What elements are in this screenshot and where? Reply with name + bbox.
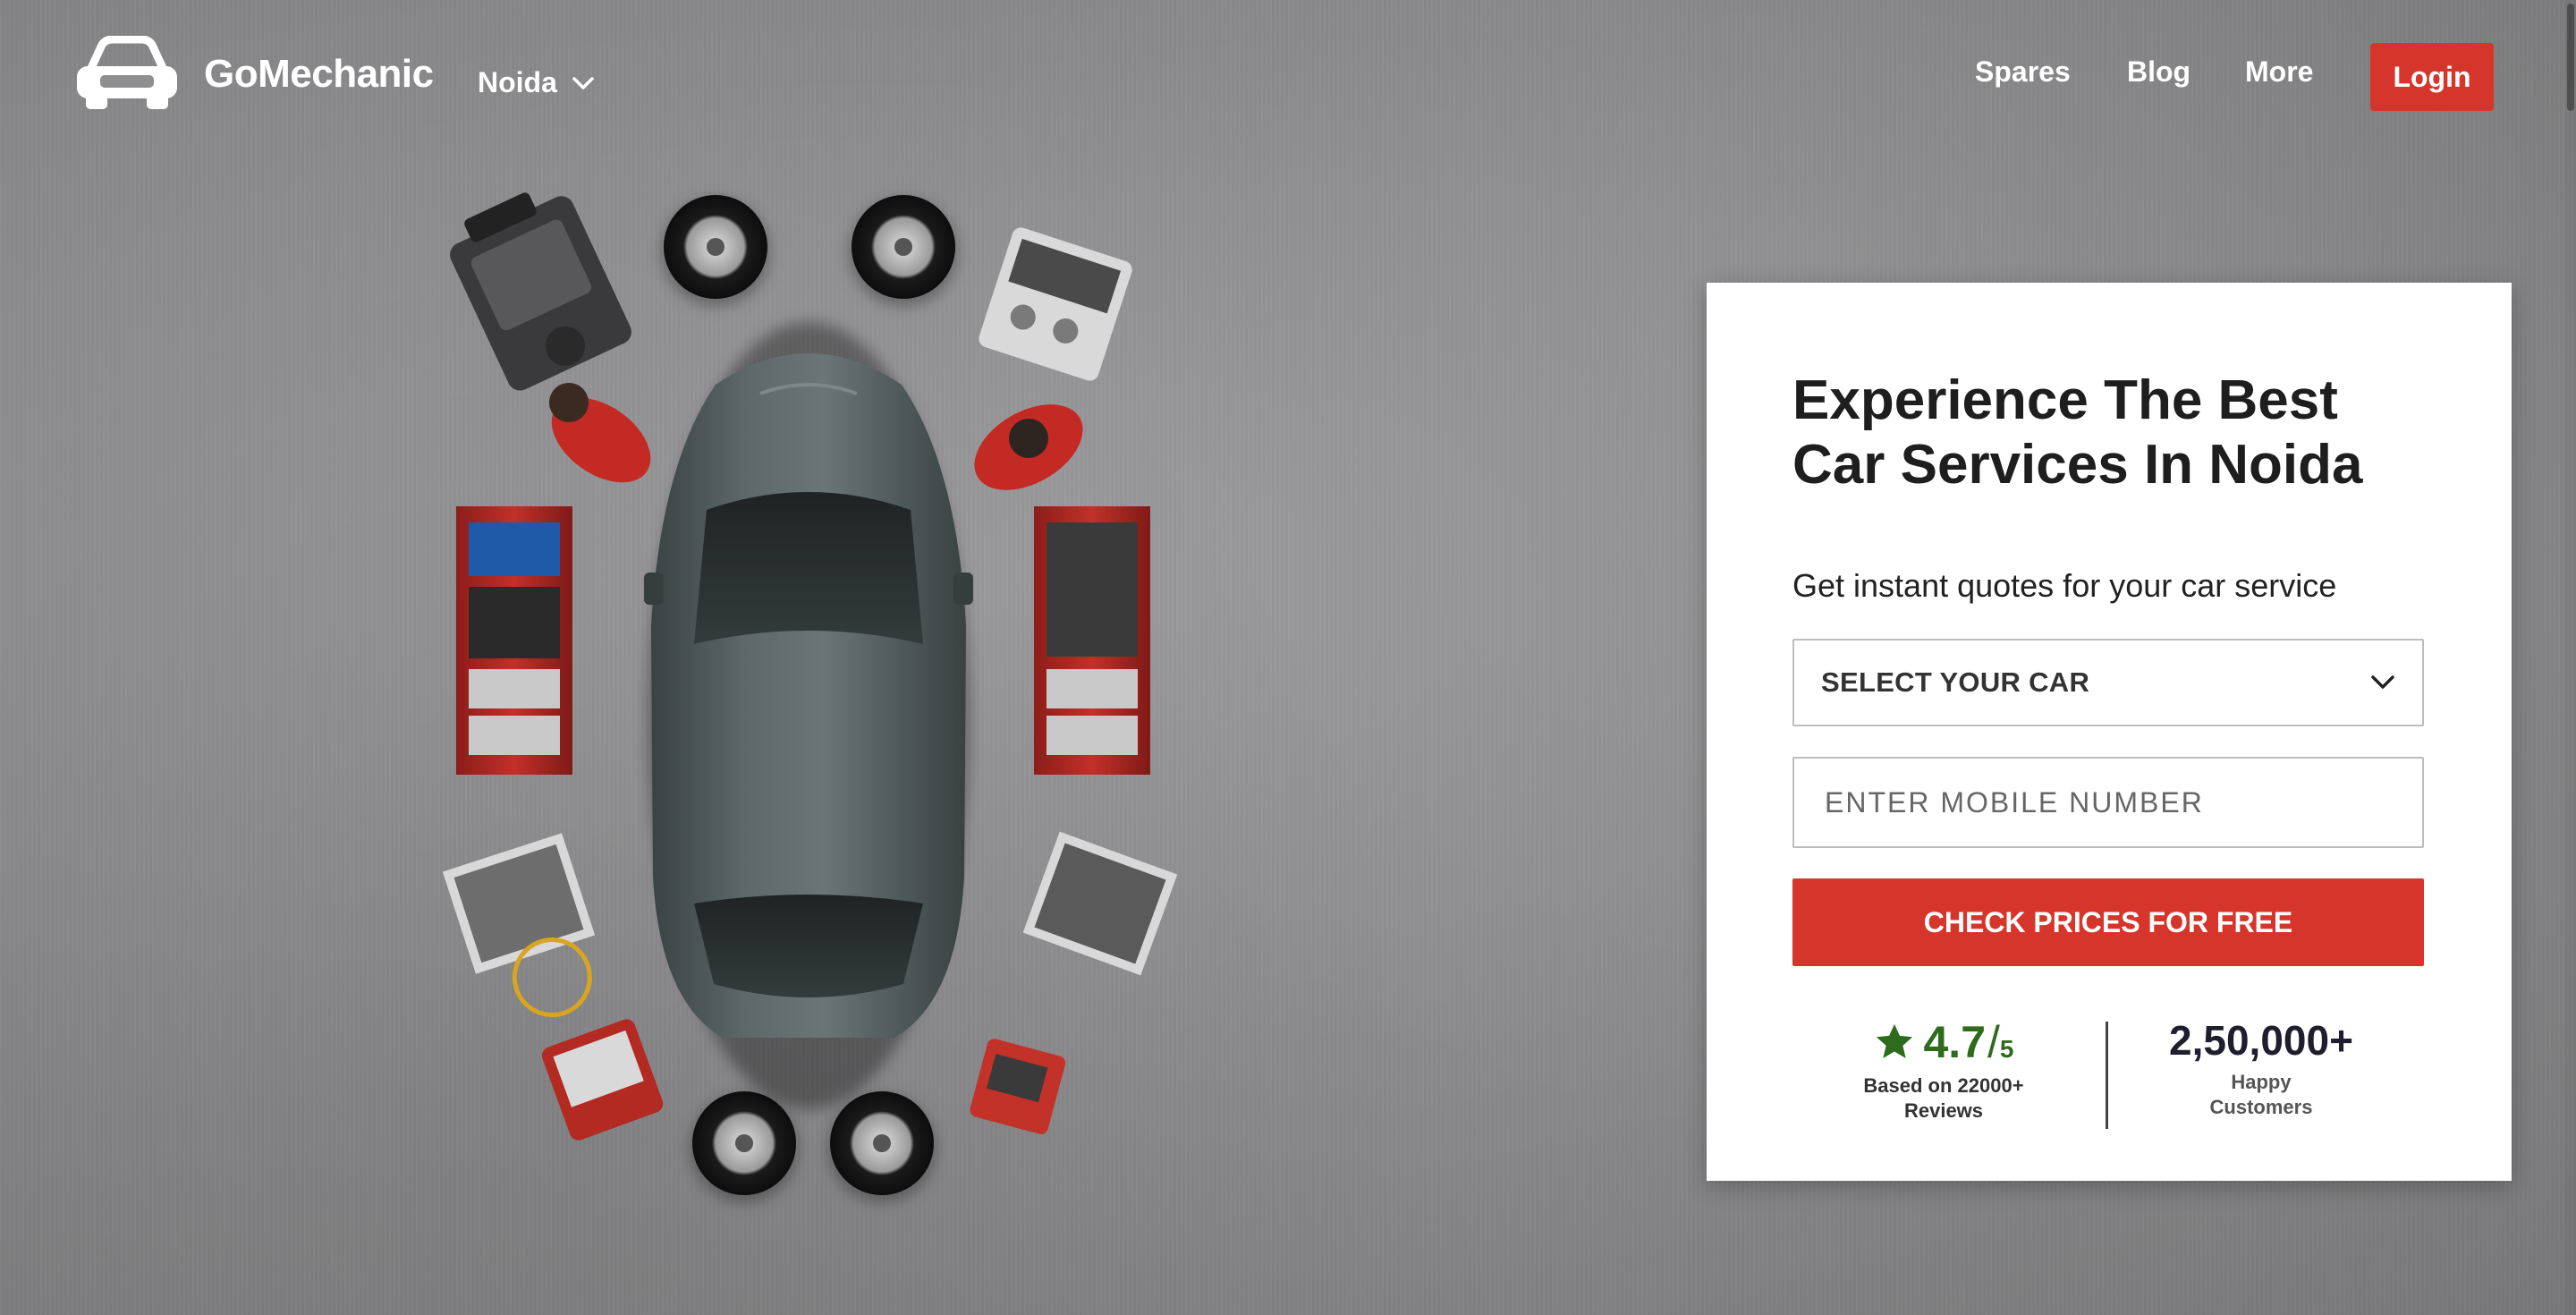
card-subtitle: Get instant quotes for your car service <box>1792 567 2337 604</box>
tyre <box>691 1091 798 1202</box>
rating-note: Based on 22000+ Reviews <box>1841 1073 2046 1124</box>
tool-trolley-left <box>456 506 572 775</box>
rating-note-line2: Reviews <box>1903 1099 1984 1122</box>
tyre <box>828 1091 936 1202</box>
hero-car-service-illustration <box>442 192 1178 1202</box>
rating-note-line1: Based on 22000+ <box>1863 1074 2024 1097</box>
brand-name: GoMechanic <box>204 52 434 96</box>
car-top-view <box>644 322 973 1109</box>
nav-blog[interactable]: Blog <box>2127 55 2190 89</box>
select-car-label: SELECT YOUR CAR <box>1821 666 2090 698</box>
stats-divider <box>2106 1022 2108 1129</box>
nav-spares[interactable]: Spares <box>1975 55 2071 89</box>
star-icon <box>1876 1023 1912 1058</box>
ac-service-machine <box>979 227 1132 381</box>
tyre-changer-machine <box>450 192 631 391</box>
rating-row: 4.7 / 5 <box>1841 1016 2046 1068</box>
equipment-cart-right <box>970 1039 1066 1134</box>
car-logo-icon <box>77 36 177 109</box>
city-name: Noida <box>478 66 557 98</box>
city-selector[interactable]: Noida <box>478 66 595 99</box>
brand-logo[interactable]: GoMechanic <box>72 36 434 113</box>
mechanic-right <box>974 404 1083 490</box>
login-button[interactable]: Login <box>2370 43 2494 111</box>
rating-slash: / <box>1987 1017 2000 1067</box>
chevron-down-icon <box>2371 675 2394 689</box>
tool-box-right <box>1022 831 1178 976</box>
rating-max: 5 <box>1999 1035 2014 1063</box>
mobile-number-input[interactable] <box>1792 757 2424 848</box>
rating-value: 4.7 <box>1923 1017 1987 1067</box>
page-scrollbar-thumb[interactable] <box>2567 4 2574 111</box>
customers-note-line2: Customers <box>2209 1096 2313 1118</box>
customers-summary: 2,50,000+ Happy Customers <box>2154 1016 2368 1120</box>
mechanic-left <box>549 383 651 483</box>
check-prices-button[interactable]: CHECK PRICES FOR FREE <box>1792 878 2424 966</box>
select-car-dropdown[interactable]: SELECT YOUR CAR <box>1792 639 2424 726</box>
rating-summary: 4.7 / 5 Based on 22000+ Reviews <box>1841 1016 2046 1124</box>
tyre <box>662 195 769 306</box>
equipment-cart-left <box>541 1019 664 1141</box>
customers-note: Happy Customers <box>2154 1070 2368 1120</box>
customers-note-line1: Happy <box>2231 1071 2292 1093</box>
quote-card: Experience The Best Car Services In Noid… <box>1707 283 2512 1181</box>
nav-more[interactable]: More <box>2245 55 2313 89</box>
site-header: GoMechanic Noida Spares Blog More Login <box>0 0 2576 143</box>
chevron-down-icon <box>572 76 594 89</box>
customers-value: 2,50,000+ <box>2169 1017 2353 1064</box>
tool-trolley-right <box>1034 506 1150 775</box>
tyre <box>850 195 957 306</box>
tool-box-left <box>442 833 596 1018</box>
page-scrollbar[interactable] <box>2565 0 2576 1315</box>
card-title: Experience The Best Car Services In Noid… <box>1792 369 2363 496</box>
